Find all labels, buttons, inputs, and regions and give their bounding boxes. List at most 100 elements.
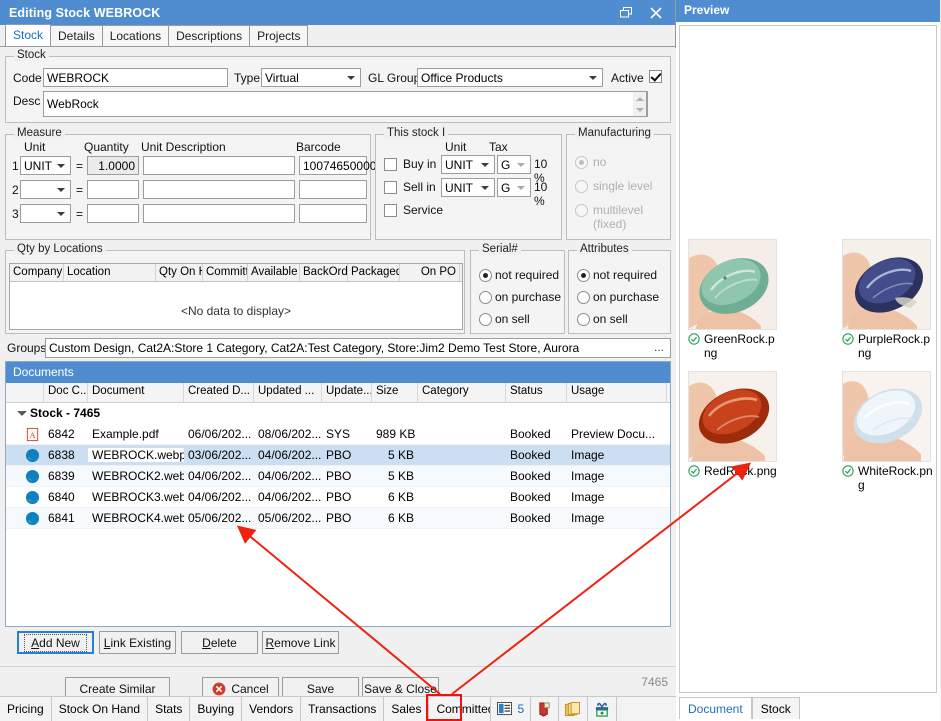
measure-barcode-input[interactable] [299,180,367,199]
doc-col-category[interactable]: Category [418,383,506,402]
attributes-groupbox: Attributes not required on purchase on s… [568,250,671,334]
col-location[interactable]: Location [64,264,156,281]
sell-in-tax-combo[interactable]: G [497,178,531,197]
serial-radio-on-purchase[interactable] [479,291,492,304]
link-existing-button[interactable]: Link Existing [99,631,176,654]
bottom-tab-stock-on-hand[interactable]: Stock On Hand [52,697,148,721]
preview-thumb-green[interactable]: GreenRock.png [688,239,780,360]
manufacturing-radio-multilevel[interactable] [575,204,588,217]
col-company[interactable]: Company [10,264,64,281]
doc-col-size[interactable]: Size [372,383,418,402]
service-checkbox[interactable] [384,204,397,217]
doc-col-updated[interactable]: Updated ... [254,383,322,402]
table-row[interactable]: 6838 WEBROCK.webp 03/06/202... 04/06/202… [6,445,670,466]
tab-descriptions[interactable]: Descriptions [168,25,250,46]
note-button[interactable] [531,697,559,721]
measure-unitdesc-input[interactable] [143,180,295,199]
col-committed[interactable]: Committe [203,264,248,281]
measure-quantity-input[interactable] [87,204,139,223]
bottom-tab-stats[interactable]: Stats [148,697,190,721]
col-packaged[interactable]: Packaged [348,264,400,281]
doc-col-created[interactable]: Created D... [184,383,254,402]
documents-group-row[interactable]: Stock - 7465 [6,403,670,424]
attributes-radio-on-sell[interactable] [577,313,590,326]
preview-thumb-white[interactable]: WhiteRock.png [842,371,934,492]
chevron-down-icon [514,179,528,196]
buy-in-unit-combo[interactable]: UNIT [441,155,495,174]
measure-unitdesc-input[interactable] [143,204,295,223]
doc-col-usage[interactable]: Usage [567,383,667,402]
desc-input[interactable]: WebRock [43,91,648,117]
preview-tab-document[interactable]: Document [679,697,752,719]
buy-in-tax-combo[interactable]: G [497,155,531,174]
col-qty-on-hand[interactable]: Qty On Ha [156,264,203,281]
measure-unit-combo[interactable]: UNIT [20,156,71,175]
measure-unit-combo[interactable] [20,204,71,223]
check-circle-icon [688,465,700,477]
copy-pages-button[interactable] [559,697,588,721]
col-available[interactable]: Available [248,264,300,281]
active-checkbox[interactable] [649,70,662,83]
attributes-radio-not-required[interactable] [577,269,590,282]
tab-projects[interactable]: Projects [249,25,308,46]
measure-quantity-input[interactable] [87,180,139,199]
table-row[interactable]: 6841 WEBROCK4.webp 05/06/202... 05/06/20… [6,508,670,529]
measure-barcode-header: Barcode [296,140,341,154]
doc-col-doc-code[interactable]: Doc C... [44,383,88,402]
table-row[interactable]: 6840 WEBROCK3.webp 04/06/202... 04/06/20… [6,487,670,508]
bottom-tab-pricing[interactable]: Pricing [0,697,52,721]
remove-link-button[interactable]: Remove Link [262,631,339,654]
row-created: 05/06/202... [184,511,254,525]
code-input[interactable] [43,68,228,87]
restore-icon[interactable] [611,1,641,24]
type-combo[interactable]: Virtual [261,68,361,87]
qty-locations-grid[interactable]: Company Location Qty On Ha Committe Avai… [9,263,463,330]
col-backorder[interactable]: BackOrde [300,264,348,281]
tab-locations[interactable]: Locations [102,25,169,46]
row-doc-code: 6842 [44,427,88,441]
documents-title: Documents [6,362,670,383]
groups-ellipsis-button[interactable]: ... [650,340,668,356]
col-on-po[interactable]: On PO [400,264,460,281]
preview-thumb-red[interactable]: RedRock.png [688,371,780,478]
add-new-button[interactable]: Add New [17,631,94,654]
serial-radio-not-required[interactable] [479,269,492,282]
sell-in-checkbox[interactable] [384,181,397,194]
attributes-radio-on-purchase[interactable] [577,291,590,304]
gl-group-combo[interactable]: Office Products [417,68,603,87]
qty-by-locations-groupbox: Qty by Locations Company Location Qty On… [5,250,465,334]
desc-spinner[interactable] [633,91,647,117]
measure-unitdesc-input[interactable] [143,156,295,175]
measure-quantity-input[interactable]: 1.0000 [87,156,139,175]
documents-count-button[interactable]: 5 [491,697,531,721]
sell-in-unit-combo[interactable]: UNIT [441,178,495,197]
groups-input[interactable]: Custom Design, Cat2A:Store 1 Category, C… [45,338,671,358]
documents-count-value: 5 [517,702,524,716]
bottom-tab-buying[interactable]: Buying [190,697,242,721]
check-circle-icon [842,465,854,477]
preview-tab-stock[interactable]: Stock [752,697,800,719]
gift-box-button[interactable] [588,697,617,721]
bottom-tab-sales[interactable]: Sales [384,697,429,721]
doc-col-document[interactable]: Document [88,383,184,402]
measure-unit-combo[interactable] [20,180,71,199]
tab-details[interactable]: Details [50,25,103,46]
buy-in-checkbox[interactable] [384,158,397,171]
table-row[interactable]: A 6842 Example.pdf 06/06/202... 08/06/20… [6,424,670,445]
doc-col-updated-by[interactable]: Update... [322,383,372,402]
tab-stock[interactable]: Stock [5,24,51,46]
bottom-tab-transactions[interactable]: Transactions [301,697,384,721]
doc-col-icon[interactable] [6,383,44,402]
delete-button[interactable]: Delete [181,631,258,654]
table-row[interactable]: 6839 WEBROCK2.webp 04/06/202... 04/06/20… [6,466,670,487]
measure-barcode-input[interactable]: 100746500000 [299,156,367,175]
doc-col-status[interactable]: Status [506,383,567,402]
manufacturing-radio-no[interactable] [575,156,588,169]
bottom-tab-vendors[interactable]: Vendors [242,697,301,721]
serial-radio-on-sell[interactable] [479,313,492,326]
manufacturing-radio-single-level[interactable] [575,180,588,193]
preview-thumb-purple[interactable]: PurpleRock.png [842,239,934,360]
measure-barcode-input[interactable] [299,204,367,223]
close-icon[interactable] [641,1,671,24]
row-doc-code: 6839 [44,469,88,483]
